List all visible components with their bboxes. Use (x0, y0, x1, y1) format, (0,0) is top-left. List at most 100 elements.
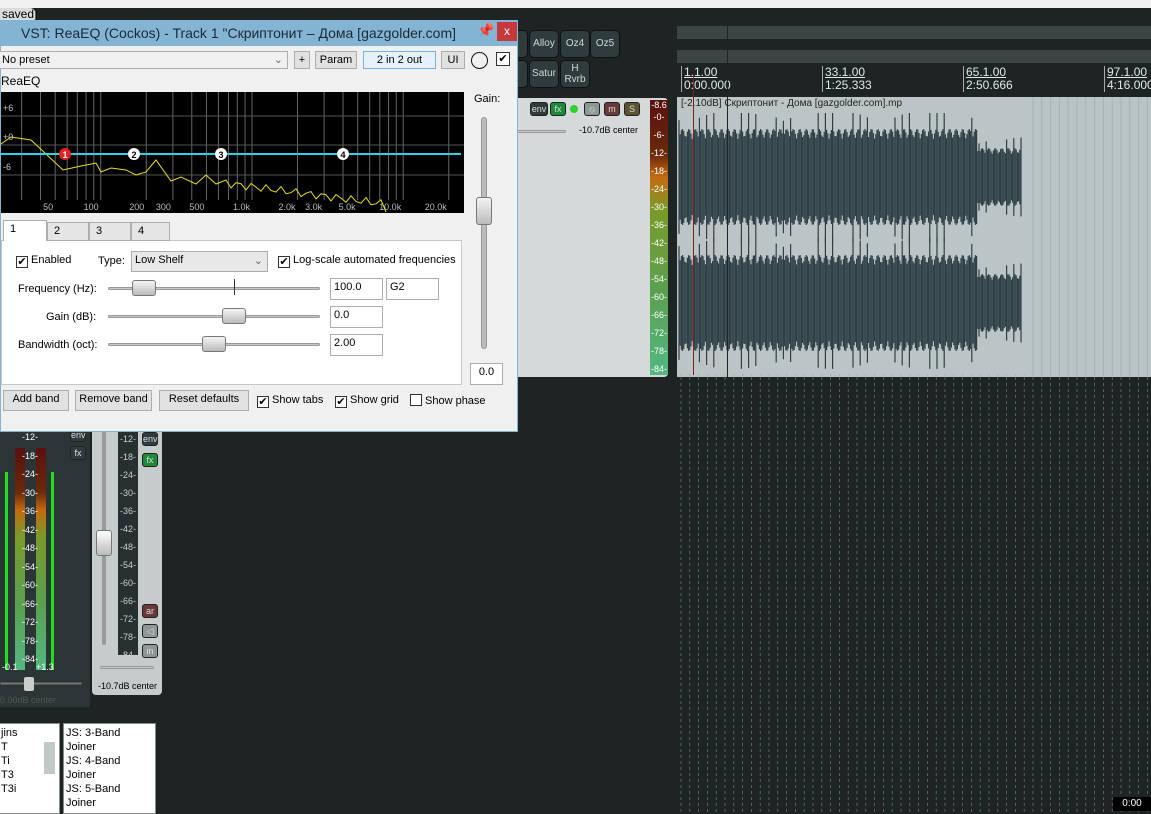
bypass-checkbox[interactable]: ✔ (496, 52, 510, 66)
gain-slider-thumb[interactable] (476, 197, 492, 225)
input-button[interactable]: in (142, 644, 158, 658)
enabled-checkbox[interactable]: ✔ Enabled (16, 254, 71, 268)
volume-fader[interactable] (96, 530, 112, 556)
timeline-ruler[interactable]: 1.1.00 0:00.000 33.1.00 1:25.333 65.1.00 2:50… (677, 65, 1151, 97)
fx-button[interactable]: fx (550, 102, 566, 116)
meter-tick: -60- (21, 580, 38, 590)
master-fx-button[interactable]: fx (70, 446, 86, 460)
reset-defaults-button[interactable]: Reset defaults (159, 390, 249, 411)
strip-pan-slider[interactable] (100, 666, 154, 669)
tab-band-1[interactable]: 1 (3, 220, 47, 241)
io-button[interactable]: 2 in 2 out (363, 51, 436, 69)
menu-bar[interactable] (0, 0, 1151, 8)
fx-button-h-rvrb[interactable]: H Rvrb (560, 60, 590, 88)
solo-button[interactable]: S (624, 102, 640, 116)
meter-tick: -36- (119, 506, 136, 516)
gain-label: Gain: (474, 93, 501, 105)
param-button[interactable]: Param (315, 51, 357, 69)
meter-tick: -72- (21, 617, 38, 627)
freq-label: 500 (189, 202, 204, 212)
gain-db-input[interactable]: 0.0 (330, 306, 383, 328)
note-input[interactable]: G2 (386, 278, 439, 300)
env-button[interactable]: env (530, 102, 548, 116)
add-preset-button[interactable]: + (294, 51, 310, 69)
ui-button[interactable]: UI (441, 51, 465, 69)
type-value: Low Shelf (135, 254, 184, 266)
band-number: 4 (340, 150, 345, 160)
meter-tick: -42- (21, 524, 38, 535)
meter-tick: -54- (21, 561, 38, 572)
meter-tick: -66- (21, 598, 38, 609)
list-item[interactable]: jins (1, 726, 57, 740)
js-plugin-list[interactable]: JS: 3-Band Joiner JS: 4-Band Joiner JS: 5-… (63, 723, 156, 814)
show-tabs-checkbox[interactable]: ✔ Show tabs (257, 394, 323, 408)
region-lane[interactable] (677, 26, 1151, 39)
ruler-marker: 1.1.00 0:00.000 (681, 66, 731, 92)
fx-active-led (570, 105, 578, 113)
tab-band-3[interactable]: 3 (89, 222, 131, 241)
bandwidth-input[interactable]: 2.00 (330, 334, 383, 356)
master-pan-slider[interactable] (0, 682, 82, 685)
meter-tick: -6- (653, 130, 665, 140)
frequency-slider-thumb[interactable] (132, 280, 156, 296)
eq-graph[interactable]: +6+0-650 100 200 300 500 1.0k 2.0k 3.0k 5.0k 10.0… (1, 92, 464, 213)
type-label: Type: (98, 255, 125, 267)
meter-tick: -18- (21, 450, 38, 461)
track-lane[interactable]: [-2.10dB] Скриптонит - Дома [gazgolder.c… (677, 17, 1151, 377)
list-item[interactable]: JS: 3-Band Joiner (66, 726, 153, 754)
tab-band-2[interactable]: 2 (47, 222, 89, 241)
meter-tick: -30- (650, 202, 667, 212)
fx-button-oz5[interactable]: Oz5 (590, 30, 620, 58)
fx-button-oz4[interactable]: Oz4 (560, 30, 590, 58)
arrange-view[interactable]: 1.1.00 0:00.000 33.1.00 1:25.333 65.1.00 2:50… (677, 17, 1151, 814)
arm-button[interactable]: ar (142, 604, 158, 618)
strip-env-button[interactable]: env (142, 432, 158, 446)
meter-tick: -48- (650, 256, 667, 266)
freq-label: 5.0k (339, 202, 357, 212)
freq-label: 50 (43, 202, 53, 212)
reaeq-window: VST: ReaEQ (Cockos) - Track 1 "Скриптони… (0, 20, 518, 432)
marker-lane[interactable] (677, 50, 1151, 63)
bandwidth-label: Bandwidth (oct): (18, 339, 98, 351)
list-scrollbar[interactable] (44, 742, 55, 774)
meter-tick: -78- (21, 635, 38, 646)
add-band-button[interactable]: Add band (3, 390, 69, 411)
bandwidth-slider-thumb[interactable] (202, 336, 226, 352)
meter-tick: -66- (650, 310, 667, 320)
window-title[interactable]: VST: ReaEQ (Cockos) - Track 1 "Скриптони… (1, 20, 518, 46)
meter-tick: -24- (119, 470, 136, 480)
gain-db-label: Gain (dB): (46, 311, 97, 323)
media-item[interactable]: [-2.10dB] Скриптонит - Дома [gazgolder.c… (677, 97, 1029, 374)
pan-slider[interactable] (516, 130, 566, 133)
frequency-input[interactable]: 100.0 (330, 278, 383, 300)
monitor-button[interactable]: ◁ (142, 624, 158, 638)
logscale-checkbox[interactable]: ✔ Log-scale automated frequencies (278, 254, 456, 268)
gain-value[interactable]: 0.0 (470, 363, 503, 385)
strip-fx-button[interactable]: fx (142, 453, 158, 467)
pin-icon[interactable]: 📌 (477, 22, 494, 39)
preset-dropdown[interactable]: No preset ⌄ (0, 51, 288, 69)
remove-band-button[interactable]: Remove band (75, 390, 152, 411)
close-button[interactable]: x (497, 22, 517, 41)
plugin-list[interactable]: jins T Ti T3 T3i (0, 723, 60, 814)
meter-tick: -84- (119, 650, 136, 660)
fx-button-satur[interactable]: Satur (529, 60, 559, 88)
mute-button[interactable]: m (604, 102, 620, 116)
type-dropdown[interactable]: Low Shelf ⌄ (131, 251, 268, 272)
fx-button-alloy[interactable]: Alloy (529, 30, 559, 58)
strip-pan-readout: -10.7dB center (98, 681, 158, 691)
meter-tick: -78- (119, 632, 136, 642)
wet-knob[interactable] (471, 52, 488, 69)
gain-slider-track[interactable] (481, 117, 487, 349)
gain-db-slider-thumb[interactable] (222, 308, 246, 324)
band-number: 1 (62, 150, 67, 160)
track-control-panel[interactable]: env fx ⦸ m S -10.7dB center -8.6 -0- -6- -… (512, 98, 668, 377)
list-item[interactable]: T3i (1, 782, 57, 796)
gain-db-slider[interactable] (108, 315, 320, 318)
show-grid-checkbox[interactable]: ✔ Show grid (335, 394, 399, 408)
show-phase-checkbox[interactable]: Show phase (410, 394, 486, 407)
tab-band-4[interactable]: 4 (131, 222, 170, 241)
list-item[interactable]: JS: 5-Band Joiner (66, 782, 153, 810)
list-item[interactable]: JS: 4-Band Joiner (66, 754, 153, 782)
phase-button[interactable]: ⦸ (584, 102, 600, 116)
